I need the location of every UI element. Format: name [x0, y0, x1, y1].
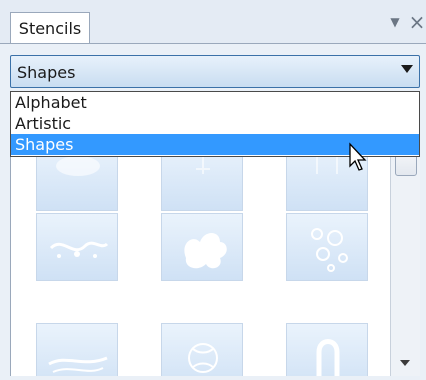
stencil-tile-9[interactable]	[286, 323, 368, 376]
stencil-tile-6[interactable]	[286, 213, 368, 281]
stencil-set-dropdown[interactable]: Shapes	[10, 55, 420, 88]
stencil-tile-7[interactable]	[36, 323, 118, 376]
triangle-down-icon[interactable]: ▼	[388, 15, 402, 29]
splash-blob-icon	[184, 233, 227, 269]
stencil-tile-8[interactable]	[161, 323, 243, 376]
panel-header: Stencils ▼ ×	[0, 0, 426, 44]
header-divider	[0, 43, 426, 44]
dropdown-selected-value: Shapes	[17, 63, 76, 82]
stencil-tile-5[interactable]	[161, 213, 243, 281]
tab-stencils[interactable]: Stencils	[10, 12, 90, 44]
chevron-down-icon[interactable]	[401, 65, 413, 73]
vertical-scrollbar[interactable]	[390, 128, 420, 376]
stencil-grid	[10, 128, 391, 376]
swirl-splash-icon	[49, 241, 109, 258]
close-icon[interactable]: ×	[408, 12, 426, 32]
dropdown-option-alphabet[interactable]: Alphabet	[11, 92, 419, 113]
scroll-down-arrow-icon[interactable]	[400, 360, 410, 366]
circles-pattern-icon	[311, 228, 348, 272]
mouse-pointer-icon	[349, 142, 367, 171]
stencil-tile-4[interactable]	[36, 213, 118, 281]
dropdown-option-artistic[interactable]: Artistic	[11, 113, 419, 134]
ornament-icon	[188, 343, 218, 373]
stencils-panel: Stencils ▼ × Shapes Alphabet Artistic Sh…	[0, 0, 426, 380]
wave-lines-icon	[48, 356, 108, 373]
tab-stencils-label: Stencils	[18, 19, 82, 38]
u-turn-arrow-icon	[316, 339, 340, 376]
